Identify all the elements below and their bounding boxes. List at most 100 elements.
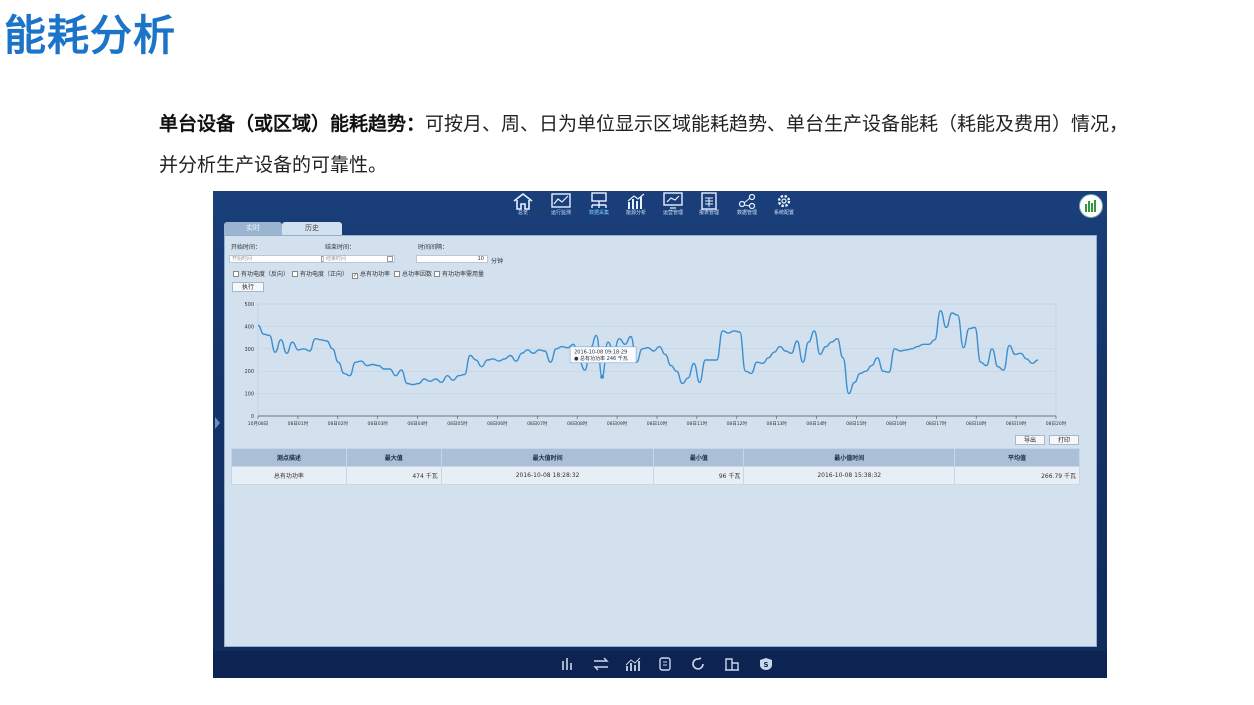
x-tick-label: 08日18时 [966,420,987,427]
table-cell: 总有功功率 [231,466,347,485]
monitor-chart-icon [551,193,571,208]
shield-icon[interactable]: S [758,657,774,671]
y-tick-label: 100 [244,392,254,398]
table-row: 总有功功率 474 千瓦 2016-10-08 18:28:32 96 千瓦 2… [231,466,1080,485]
x-tick-label: 10月08日 [248,421,268,427]
meter-icon[interactable] [657,657,673,671]
hover-point [600,374,605,379]
bottom-toolbar: S [213,651,1107,678]
checkbox-box[interactable] [292,271,298,277]
column-header: 最小值 [653,448,745,467]
print-button[interactable]: 打印 [1049,435,1079,445]
start-time-label: 开始时间： [231,244,262,251]
x-tick-label: 08日14时 [806,420,827,427]
nav-item-monitor[interactable]: 运行监测 [543,192,579,221]
x-tick-label: 08日01时 [288,420,309,427]
bar-trend-icon[interactable] [625,657,641,671]
tab-history[interactable]: 历史 [282,222,342,235]
column-header: 平均值 [954,448,1080,467]
tooltip-time: 2016-10-08 09:18:29 [574,349,627,355]
checkbox-power-factor[interactable]: 总功率因数 [394,269,432,278]
nav-item-data-management[interactable]: 数据管理 [729,192,765,221]
nav-item-system-config[interactable]: 系统配置 [766,192,802,221]
table-header-row: 测点描述 最大值 最大值时间 最小值 最小值时间 平均值 [231,448,1080,467]
x-tick-label: 08日11时 [687,420,708,427]
description: 单台设备（或区域）能耗趋势：可按月、周、日为单位显示区域能耗趋势、单台生产设备能… [159,104,1254,186]
gear-icon [777,194,791,208]
table-cell: 2016-10-08 18:28:32 [440,466,655,485]
description-line2: 并分析生产设备的可靠性。 [159,154,388,176]
checkbox-box[interactable] [233,271,239,277]
calendar-icon[interactable] [387,256,393,262]
checkbox-total-active-power[interactable]: ✓ 总有功功率 [352,269,390,279]
plot-area [257,303,1057,417]
company-logo [1079,194,1103,218]
nav-item-energy-analysis[interactable]: 能源分析 [618,192,654,221]
x-tick-label: 08日09时 [607,420,628,427]
table-cell: 266.79 千瓦 [954,466,1080,485]
x-tick-label: 08日06时 [487,420,508,427]
y-tick-label: 0 [251,414,254,420]
checkbox-box-checked[interactable]: ✓ [352,273,358,279]
page-title: 能耗分析 [4,11,177,60]
export-button[interactable]: 导出 [1015,435,1045,445]
x-tick-label: 08日05时 [447,420,468,427]
refresh-icon[interactable] [691,657,707,671]
interval-label: 时间间隔： [418,244,449,251]
nav-item-overview[interactable]: 总览 [505,192,541,221]
x-tick-label: 08日03时 [367,420,388,427]
x-tick-label: 08日20时 [1046,420,1067,427]
screen-chart-icon [663,192,683,209]
x-tick-label: 08日02时 [328,420,349,427]
y-tick-label: 400 [244,324,254,330]
x-tick-label: 08日17时 [926,420,947,427]
svg-text:S: S [763,661,768,669]
tab-realtime[interactable]: 实时 [224,222,282,235]
x-tick-label: 08日08时 [567,420,588,427]
x-tick-label: 08日10时 [647,420,668,427]
execute-button[interactable]: 执行 [232,282,264,292]
checkbox-box[interactable] [394,271,400,277]
column-header: 最大值时间 [440,448,655,467]
x-tick-label: 08日16时 [886,420,907,427]
table-cell: 474 千瓦 [345,466,442,485]
y-tick-label: 500 [244,302,254,308]
side-arrow-icon[interactable] [215,417,220,429]
table-cell: 96 千瓦 [653,466,745,485]
description-heading: 单台设备（或区域）能耗趋势： [159,113,426,135]
gauge-icon[interactable] [560,657,576,671]
logo-icon [1085,200,1096,212]
bar-trend-icon [627,193,645,209]
data-graph-icon [738,193,756,210]
x-tick-label: 08日07时 [527,420,548,427]
column-header: 最大值 [345,448,442,467]
report-icon [701,192,717,210]
column-header: 最小值时间 [743,448,956,467]
checkbox-reverse-energy[interactable]: 有功电度（反向） [233,269,289,278]
y-tick-label: 300 [244,347,254,353]
checkbox-forward-energy[interactable]: 有功电度（正向） [292,269,348,278]
x-tick-label: 08日12时 [727,420,748,427]
power-line-chart: 0 100 200 300 400 500 10月08日 08日01时 08日02时 08日03时… [244,302,1067,427]
x-tick-label: 08日04时 [407,420,428,427]
checkbox-power-demand[interactable]: 有功功率需用量 [434,269,484,278]
table-cell: 2016-10-08 15:38:32 [743,466,956,485]
y-tick-label: 200 [244,369,254,375]
start-time-input[interactable]: 开始时间 [229,255,329,263]
top-navigation: 总览 运行监测 数据采集 能源分析 运营管理 报表管理 数据管理 系统配置 [213,191,1107,221]
interval-input[interactable]: 10 [416,255,488,263]
network-icon [591,192,607,208]
nav-item-operations[interactable]: 运营管理 [655,192,691,221]
interval-unit: 分钟 [491,258,504,265]
building-icon[interactable] [724,657,740,671]
nav-item-reports[interactable]: 报表管理 [691,192,727,221]
statistics-table: 测点描述 最大值 最大值时间 最小值 最小值时间 平均值 总有功功率 474 千… [231,448,1080,485]
checkbox-box[interactable] [434,271,440,277]
nav-item-data-collect[interactable]: 数据采集 [581,192,617,221]
tooltip-value: ● 总有功功率 246 千瓦 [574,355,628,362]
end-time-input[interactable]: 结束时间 [323,255,395,263]
end-time-label: 结束时间： [325,244,356,251]
switch-icon[interactable] [593,657,609,671]
column-header: 测点描述 [231,448,347,467]
x-tick-label: 08日15时 [846,420,867,427]
